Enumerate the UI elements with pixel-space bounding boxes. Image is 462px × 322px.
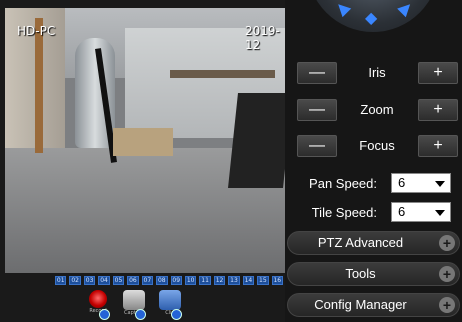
channel-button[interactable]: 02 <box>69 276 81 285</box>
pan-speed-row: Pan Speed: 6 <box>305 173 455 195</box>
control-panel: ◀ ◆ ▶ — Iris + — Zoom + — Focus + Pan Sp… <box>285 0 462 322</box>
zoom-label: Zoom <box>360 102 394 117</box>
focus-control: — Focus + <box>297 135 458 157</box>
osd-camera-name: HD-PC <box>17 24 56 38</box>
zoom-plus-button[interactable]: + <box>418 99 458 121</box>
channel-button[interactable]: 14 <box>242 276 255 285</box>
channel-button[interactable]: 06 <box>127 276 139 285</box>
channel-button[interactable]: 03 <box>83 276 96 285</box>
scene-beam <box>35 18 43 153</box>
pan-speed-value: 6 <box>398 175 406 190</box>
tile-speed-value: 6 <box>398 204 406 219</box>
iris-minus-button[interactable]: — <box>297 62 337 84</box>
channel-button[interactable]: 07 <box>141 276 154 285</box>
focus-plus-button[interactable]: + <box>418 135 458 157</box>
capture-badge-icon <box>135 309 146 320</box>
iris-label: Iris <box>368 65 386 80</box>
config-manager-section[interactable]: Config Manager + <box>287 293 460 317</box>
scene-panel <box>228 93 285 188</box>
video-preview[interactable]: HD-PC 2019-12 <box>5 8 285 273</box>
expand-icon[interactable]: + <box>439 266 455 282</box>
capture-button[interactable]: Capture <box>121 290 147 320</box>
record-icon <box>89 290 107 308</box>
pan-speed-select[interactable]: 6 <box>391 173 451 193</box>
channel-button[interactable]: 08 <box>156 276 168 285</box>
scene-box <box>113 128 173 156</box>
ptz-advanced-label: PTZ Advanced <box>317 235 404 250</box>
tile-speed-select[interactable]: 6 <box>391 202 451 222</box>
expand-icon[interactable]: + <box>439 297 455 313</box>
camera-icon <box>123 290 145 310</box>
channel-strip: 01 02 03 04 05 06 07 08 09 10 11 12 13 1… <box>55 276 283 286</box>
channel-button[interactable]: 15 <box>257 276 269 285</box>
iris-plus-button[interactable]: + <box>418 62 458 84</box>
config-manager-label: Config Manager <box>314 297 407 312</box>
tools-label: Tools <box>345 266 376 281</box>
pan-down-left-icon[interactable]: ◀ <box>332 0 355 19</box>
tile-speed-row: Tile Speed: 6 <box>305 202 455 224</box>
channel-button[interactable]: 10 <box>184 276 197 285</box>
channel-button[interactable]: 13 <box>228 276 240 285</box>
channel-button[interactable]: 01 <box>55 276 67 285</box>
clip-badge-icon <box>171 309 182 320</box>
chevron-down-icon <box>435 181 445 187</box>
pan-down-icon[interactable]: ◆ <box>365 8 377 28</box>
channel-button[interactable]: 11 <box>199 276 211 285</box>
channel-button[interactable]: 05 <box>112 276 125 285</box>
channel-button[interactable]: 12 <box>213 276 226 285</box>
scissors-icon <box>159 290 181 310</box>
tile-speed-label: Tile Speed: <box>311 205 377 220</box>
pan-speed-label: Pan Speed: <box>309 176 377 191</box>
record-badge-icon <box>99 309 110 320</box>
focus-minus-button[interactable]: — <box>297 135 337 157</box>
video-toolbar: Record Capture Clip <box>85 290 183 320</box>
tools-section[interactable]: Tools + <box>287 262 460 286</box>
record-button[interactable]: Record <box>85 290 111 320</box>
channel-button[interactable]: 09 <box>170 276 182 285</box>
pan-down-right-icon[interactable]: ▶ <box>394 0 417 19</box>
expand-icon[interactable]: + <box>439 235 455 251</box>
chevron-down-icon <box>435 210 445 216</box>
zoom-minus-button[interactable]: — <box>297 99 337 121</box>
focus-label: Focus <box>359 138 395 153</box>
iris-control: — Iris + <box>297 62 458 84</box>
ptz-advanced-section[interactable]: PTZ Advanced + <box>287 231 460 255</box>
channel-button[interactable]: 16 <box>271 276 283 285</box>
channel-button[interactable]: 04 <box>98 276 110 285</box>
clip-button[interactable]: Clip <box>157 290 183 320</box>
ptz-direction-pad[interactable]: ◀ ◆ ▶ <box>307 0 439 32</box>
osd-datetime: 2019-12 <box>245 24 280 52</box>
scene-table <box>170 70 275 78</box>
zoom-control: — Zoom + <box>297 99 458 121</box>
